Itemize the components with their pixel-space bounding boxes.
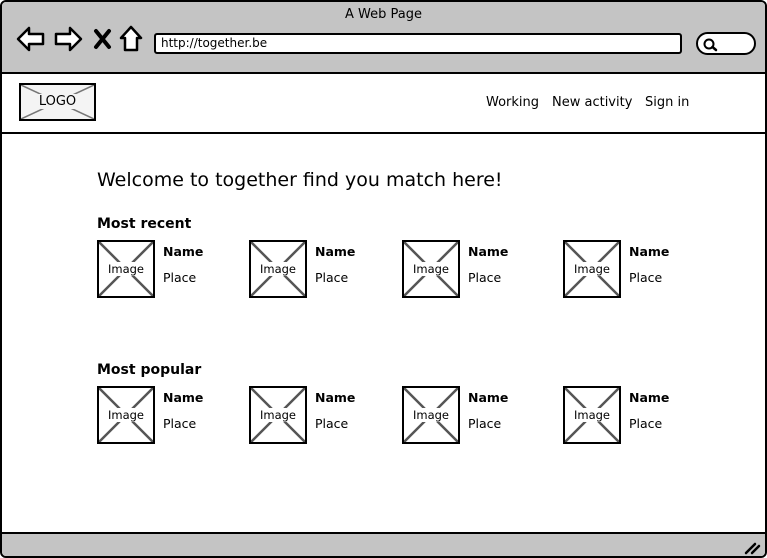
section-title-most-popular: Most popular [97, 362, 202, 378]
browser-search-box[interactable] [696, 32, 756, 55]
card-image-placeholder: Image [563, 240, 621, 298]
card-image-label: Image [573, 408, 611, 422]
card-image-label: Image [412, 408, 450, 422]
forward-arrow-icon [54, 26, 83, 52]
card-image-placeholder: Image [402, 240, 460, 298]
nav-link-new-activity[interactable]: New activity [552, 95, 632, 110]
card-place: Place [468, 270, 502, 285]
main-content: Welcome to together find you match here!… [2, 136, 765, 532]
card-place: Place [315, 416, 349, 431]
nav-link-working[interactable]: Working [486, 95, 539, 110]
card-image-placeholder: Image [249, 240, 307, 298]
card-image-label: Image [107, 262, 145, 276]
profile-card[interactable]: Image Name Place [249, 240, 379, 300]
card-name: Name [468, 390, 509, 405]
card-place: Place [315, 270, 349, 285]
card-place: Place [163, 416, 197, 431]
card-name: Name [315, 244, 356, 259]
logo-text: LOGO [36, 94, 79, 109]
window-title: A Web Page [345, 7, 422, 22]
card-place: Place [629, 270, 663, 285]
card-name: Name [163, 390, 204, 405]
profile-card[interactable]: Image Name Place [402, 386, 532, 446]
profile-card[interactable]: Image Name Place [563, 386, 693, 446]
card-image-label: Image [259, 408, 297, 422]
profile-card[interactable]: Image Name Place [563, 240, 693, 300]
card-image-placeholder: Image [402, 386, 460, 444]
address-bar[interactable]: http://together.be [154, 33, 682, 54]
home-icon [119, 25, 143, 52]
browser-window: A Web Page http://together.be LOGO Worki… [0, 0, 767, 558]
card-place: Place [629, 416, 663, 431]
close-x-icon [94, 29, 111, 49]
back-button[interactable] [16, 25, 46, 53]
card-image-placeholder: Image [249, 386, 307, 444]
section-title-most-recent: Most recent [97, 216, 192, 232]
profile-card[interactable]: Image Name Place [97, 240, 227, 300]
card-name: Name [468, 244, 509, 259]
card-name: Name [315, 390, 356, 405]
forward-button[interactable] [53, 25, 83, 53]
profile-card[interactable]: Image Name Place [402, 240, 532, 300]
card-name: Name [629, 244, 670, 259]
site-header: LOGO Working New activity Sign in [2, 74, 765, 134]
card-name: Name [629, 390, 670, 405]
home-button[interactable] [118, 25, 144, 53]
back-arrow-icon [16, 26, 45, 52]
card-image-label: Image [107, 408, 145, 422]
search-icon [703, 38, 718, 52]
card-image-placeholder: Image [97, 240, 155, 298]
site-logo[interactable]: LOGO [19, 83, 96, 121]
page-headline: Welcome to together find you match here! [97, 169, 503, 191]
card-name: Name [163, 244, 204, 259]
stop-button[interactable] [92, 25, 114, 53]
card-place: Place [468, 416, 502, 431]
nav-link-sign-in[interactable]: Sign in [645, 95, 689, 110]
card-image-placeholder: Image [97, 386, 155, 444]
browser-chrome: A Web Page http://together.be [2, 2, 765, 74]
profile-card[interactable]: Image Name Place [97, 386, 227, 446]
card-place: Place [163, 270, 197, 285]
card-image-label: Image [412, 262, 450, 276]
profile-card[interactable]: Image Name Place [249, 386, 379, 446]
card-image-placeholder: Image [563, 386, 621, 444]
status-bar [2, 532, 765, 556]
card-image-label: Image [573, 262, 611, 276]
resize-grip-icon[interactable] [743, 539, 761, 555]
card-image-label: Image [259, 262, 297, 276]
